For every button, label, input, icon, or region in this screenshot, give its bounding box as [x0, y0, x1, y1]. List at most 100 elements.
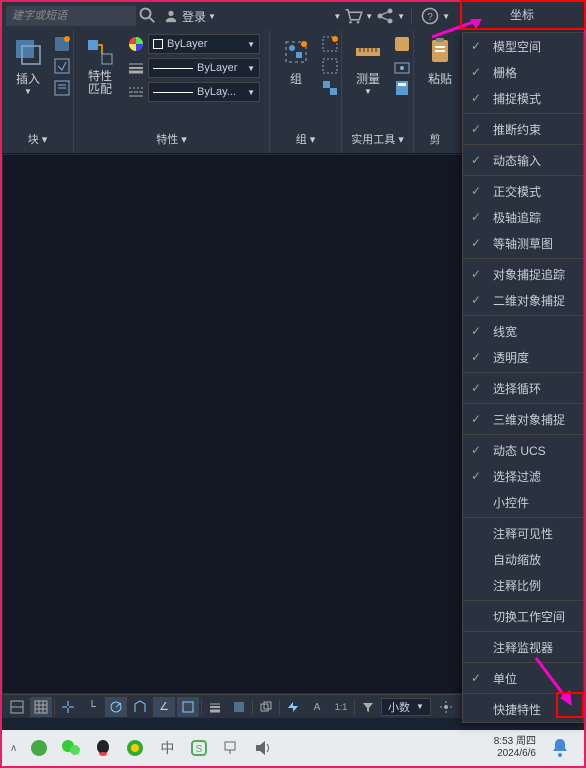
menu-item[interactable]: 切换工作空间: [463, 603, 583, 629]
svg-text:A: A: [314, 702, 321, 713]
create-block-icon[interactable]: [52, 34, 72, 54]
ungroup-icon[interactable]: [320, 34, 340, 54]
lineweight-toggle[interactable]: [204, 697, 226, 717]
group-select-icon[interactable]: [320, 78, 340, 98]
menu-item[interactable]: ✓动态输入: [463, 147, 583, 173]
autoscale-toggle[interactable]: A: [306, 697, 328, 717]
chevron-down-icon[interactable]: ▼: [365, 12, 373, 21]
menu-item[interactable]: ✓捕捉模式: [463, 85, 583, 111]
menu-separator: [463, 258, 583, 259]
taskbar-wechat-icon[interactable]: [59, 736, 83, 760]
taskbar-clock[interactable]: 8:53 周四 2024/6/6: [486, 736, 544, 760]
tray-overflow-icon[interactable]: ∧: [10, 743, 17, 754]
menu-item[interactable]: ✓透明度: [463, 344, 583, 370]
menu-item[interactable]: ✓选择过滤: [463, 463, 583, 489]
edit-block-icon[interactable]: [52, 56, 72, 76]
color-dropdown[interactable]: ByLayer▼: [148, 34, 260, 54]
windows-taskbar: ∧ 中 S 8:53 周四 2024/6/6: [2, 730, 584, 766]
menu-item[interactable]: ✓正交模式: [463, 178, 583, 204]
menu-item[interactable]: 小控件: [463, 489, 583, 515]
taskbar-volume-icon[interactable]: [251, 736, 275, 760]
menu-item[interactable]: ✓推断约束: [463, 116, 583, 142]
taskbar-sogou-icon[interactable]: S: [187, 736, 211, 760]
svg-text:?: ?: [427, 12, 433, 23]
dropdown-value: ByLayer: [197, 62, 237, 74]
chevron-down-icon[interactable]: ▼: [397, 12, 405, 21]
login-label: 登录: [182, 8, 206, 25]
menu-item[interactable]: ✓二维对象捕捉: [463, 287, 583, 313]
taskbar-network-icon[interactable]: [219, 736, 243, 760]
menu-item[interactable]: ✓选择循环: [463, 375, 583, 401]
lineweight-dropdown[interactable]: ByLayer▼: [148, 58, 260, 78]
panel-title[interactable]: 特性 ▾: [78, 129, 265, 149]
ortho-toggle[interactable]: └: [81, 697, 103, 717]
notification-icon[interactable]: [548, 736, 572, 760]
annotation-scale-button[interactable]: 1:1: [330, 697, 352, 717]
menu-item[interactable]: ✓对象捕捉追踪: [463, 261, 583, 287]
ribbon-panel-group: 组 组 ▾: [270, 30, 342, 153]
calculator-icon[interactable]: [392, 78, 412, 98]
panel-title[interactable]: 剪: [418, 129, 452, 149]
transparency-toggle[interactable]: [228, 697, 250, 717]
chevron-down-icon[interactable]: ▼: [333, 12, 341, 21]
menu-item[interactable]: 快捷特性: [463, 696, 583, 722]
snap-toggle[interactable]: [57, 697, 79, 717]
chevron-down-icon[interactable]: ▼: [442, 12, 450, 21]
annotation-visibility-toggle[interactable]: [282, 697, 304, 717]
menu-item[interactable]: 注释可见性: [463, 520, 583, 546]
menu-item[interactable]: ✓线宽: [463, 318, 583, 344]
lineweight-icon[interactable]: [126, 58, 146, 78]
login-button[interactable]: 登录 ▼: [164, 8, 216, 25]
edit-attribute-icon[interactable]: [52, 78, 72, 98]
menu-item[interactable]: ✓三维对象捕捉: [463, 406, 583, 432]
match-properties-button[interactable]: 特性 匹配: [78, 34, 122, 98]
linetype-dropdown[interactable]: ByLay...▼: [148, 82, 260, 102]
share-icon[interactable]: [375, 6, 395, 26]
grid-toggle[interactable]: [30, 697, 52, 717]
panel-title[interactable]: 实用工具 ▾: [346, 129, 409, 149]
model-space-toggle[interactable]: [6, 697, 28, 717]
menu-item[interactable]: ✓极轴追踪: [463, 204, 583, 230]
measure-button[interactable]: 测量 ▼: [346, 34, 390, 98]
group-button[interactable]: 组: [274, 34, 318, 89]
polar-toggle[interactable]: [105, 697, 127, 717]
linetype-icon[interactable]: [126, 82, 146, 102]
filter-icon[interactable]: [357, 697, 379, 717]
match-properties-icon: [84, 36, 116, 68]
panel-title[interactable]: 块 ▾: [6, 129, 69, 149]
panel-title[interactable]: 组 ▾: [274, 129, 337, 149]
insert-button[interactable]: 插入 ▼: [6, 34, 50, 98]
menu-item[interactable]: ✓单位: [463, 665, 583, 691]
workspace-button[interactable]: [435, 697, 457, 717]
count-icon[interactable]: [392, 56, 412, 76]
quickcalc-icon[interactable]: [392, 34, 412, 54]
taskbar-360-icon[interactable]: [123, 736, 147, 760]
menu-item[interactable]: ✓等轴测草图: [463, 230, 583, 256]
paste-button[interactable]: 粘贴: [418, 34, 462, 89]
search-input[interactable]: 建字或短语: [6, 6, 136, 26]
units-dropdown[interactable]: 小数▼: [381, 698, 431, 716]
menu-item-label: 等轴测草图: [493, 235, 553, 252]
search-icon[interactable]: [138, 6, 158, 26]
menu-item[interactable]: ✓模型空间: [463, 33, 583, 59]
menu-item[interactable]: ✓栅格: [463, 59, 583, 85]
taskbar-app-icon[interactable]: [27, 736, 51, 760]
taskbar-ime-icon[interactable]: 中: [155, 736, 179, 760]
menu-item[interactable]: 注释监视器: [463, 634, 583, 660]
user-icon: [164, 9, 178, 23]
menu-item[interactable]: ✓动态 UCS: [463, 437, 583, 463]
osnap-toggle[interactable]: [177, 697, 199, 717]
cart-icon[interactable]: [343, 6, 363, 26]
group-icon: [280, 36, 312, 68]
chevron-down-icon: ▼: [24, 87, 32, 96]
osnap-track-toggle[interactable]: ∠: [153, 697, 175, 717]
menu-item[interactable]: 自动缩放: [463, 546, 583, 572]
menu-item-label: 透明度: [493, 349, 529, 366]
taskbar-qq-icon[interactable]: [91, 736, 115, 760]
cycling-toggle[interactable]: [255, 697, 277, 717]
color-wheel-icon[interactable]: [126, 34, 146, 54]
isodraft-toggle[interactable]: [129, 697, 151, 717]
help-icon[interactable]: ?: [420, 6, 440, 26]
menu-item[interactable]: 注释比例: [463, 572, 583, 598]
group-edit-icon[interactable]: [320, 56, 340, 76]
